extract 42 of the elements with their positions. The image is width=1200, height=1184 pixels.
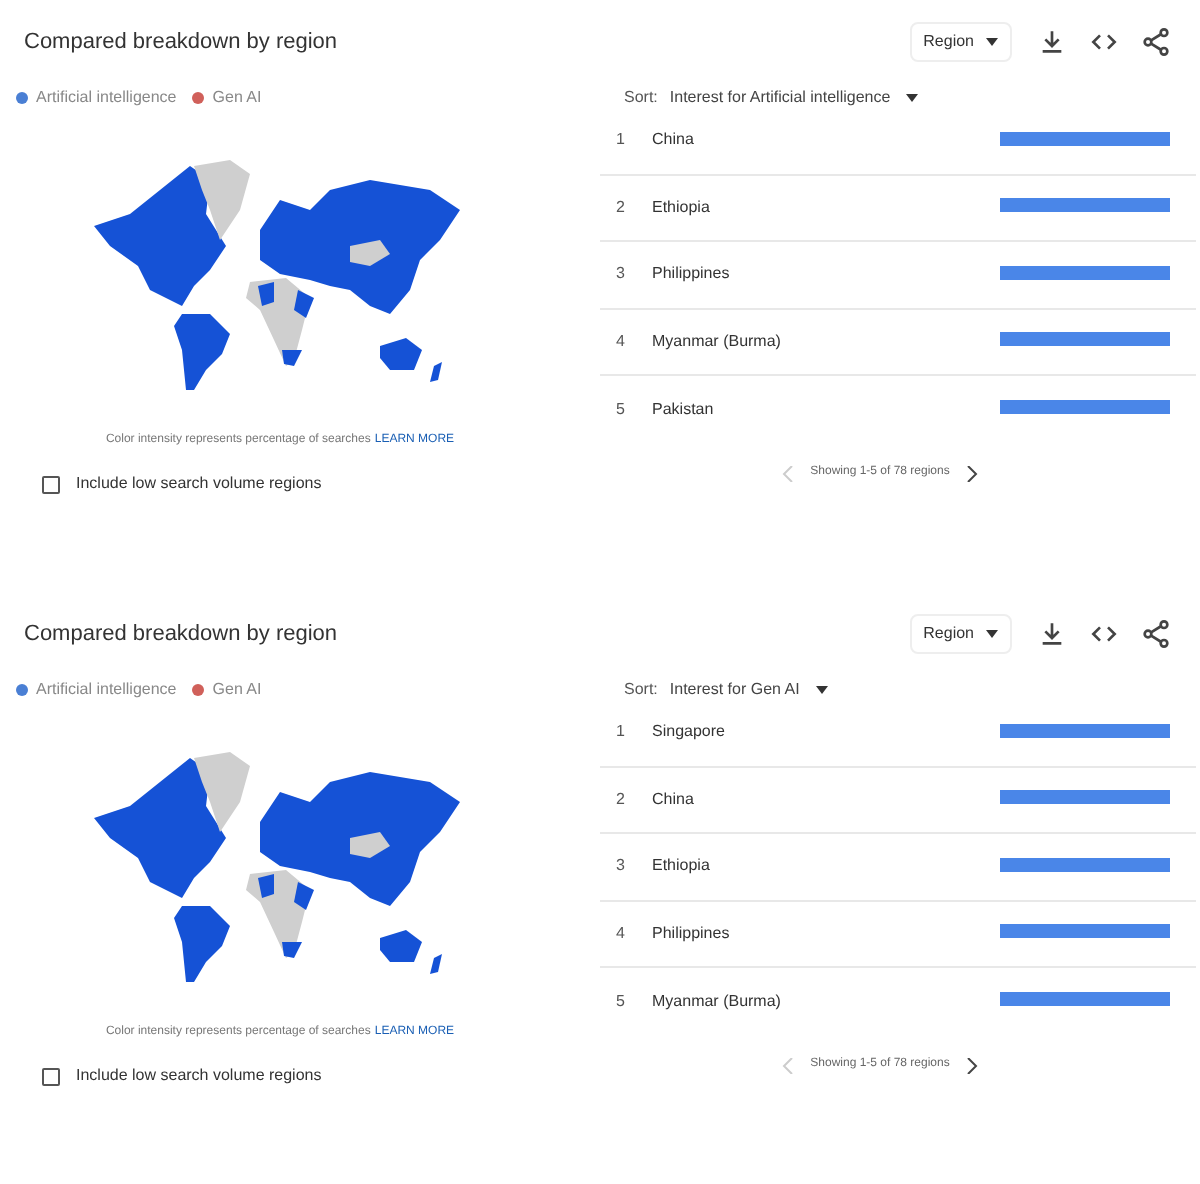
region-name: Pakistan (652, 397, 716, 422)
rank-number: 4 (614, 329, 627, 354)
caret-icon (986, 630, 998, 638)
sort-dropdown[interactable]: Interest for Artificial intelligence (669, 86, 919, 110)
rank-number: 2 (614, 195, 627, 220)
rank-number: 1 (614, 128, 627, 153)
rank-number: 3 (614, 854, 627, 879)
legend-label: Gen AI (212, 86, 262, 110)
section-title: Compared breakdown by region (24, 619, 338, 650)
sort-label: Sort: (624, 678, 658, 702)
checkbox[interactable] (42, 475, 60, 493)
legend-label: Artificial intelligence (36, 678, 177, 702)
rank-number: 3 (614, 262, 627, 287)
checkbox[interactable] (42, 1067, 60, 1085)
legend-label: Gen AI (212, 678, 262, 702)
region-name: Myanmar (Burma) (652, 329, 783, 354)
section-title: Compared breakdown by region (24, 27, 338, 58)
rank-number: 2 (614, 787, 627, 812)
region-name: Philippines (652, 262, 732, 287)
next-page-button[interactable] (965, 1057, 978, 1073)
sort-label: Sort: (624, 86, 658, 110)
next-page-button[interactable] (965, 465, 978, 481)
region-name: Singapore (652, 720, 727, 745)
region-name: Ethiopia (652, 195, 712, 220)
rank-number: 5 (614, 989, 627, 1014)
rank-number: 1 (614, 720, 627, 745)
sort-dropdown[interactable]: Interest for Gen AI (669, 678, 828, 702)
rank-number: 4 (614, 921, 627, 946)
rank-number: 5 (614, 397, 627, 422)
legend-label: Artificial intelligence (36, 86, 177, 110)
caret-icon (815, 686, 828, 694)
region-name: China (652, 128, 696, 153)
region-name: Myanmar (Burma) (652, 989, 783, 1014)
region-name: China (652, 787, 696, 812)
region-dropdown[interactable]: Region (909, 22, 1012, 62)
region-dropdown[interactable]: Region (909, 614, 1012, 654)
checkbox-label: Include low search volume regions (76, 1064, 322, 1088)
region-name: Philippines (652, 921, 732, 946)
caret-icon (986, 38, 998, 46)
region-name: Ethiopia (652, 854, 712, 879)
caret-icon (906, 94, 919, 102)
checkbox-label: Include low search volume regions (76, 472, 322, 496)
